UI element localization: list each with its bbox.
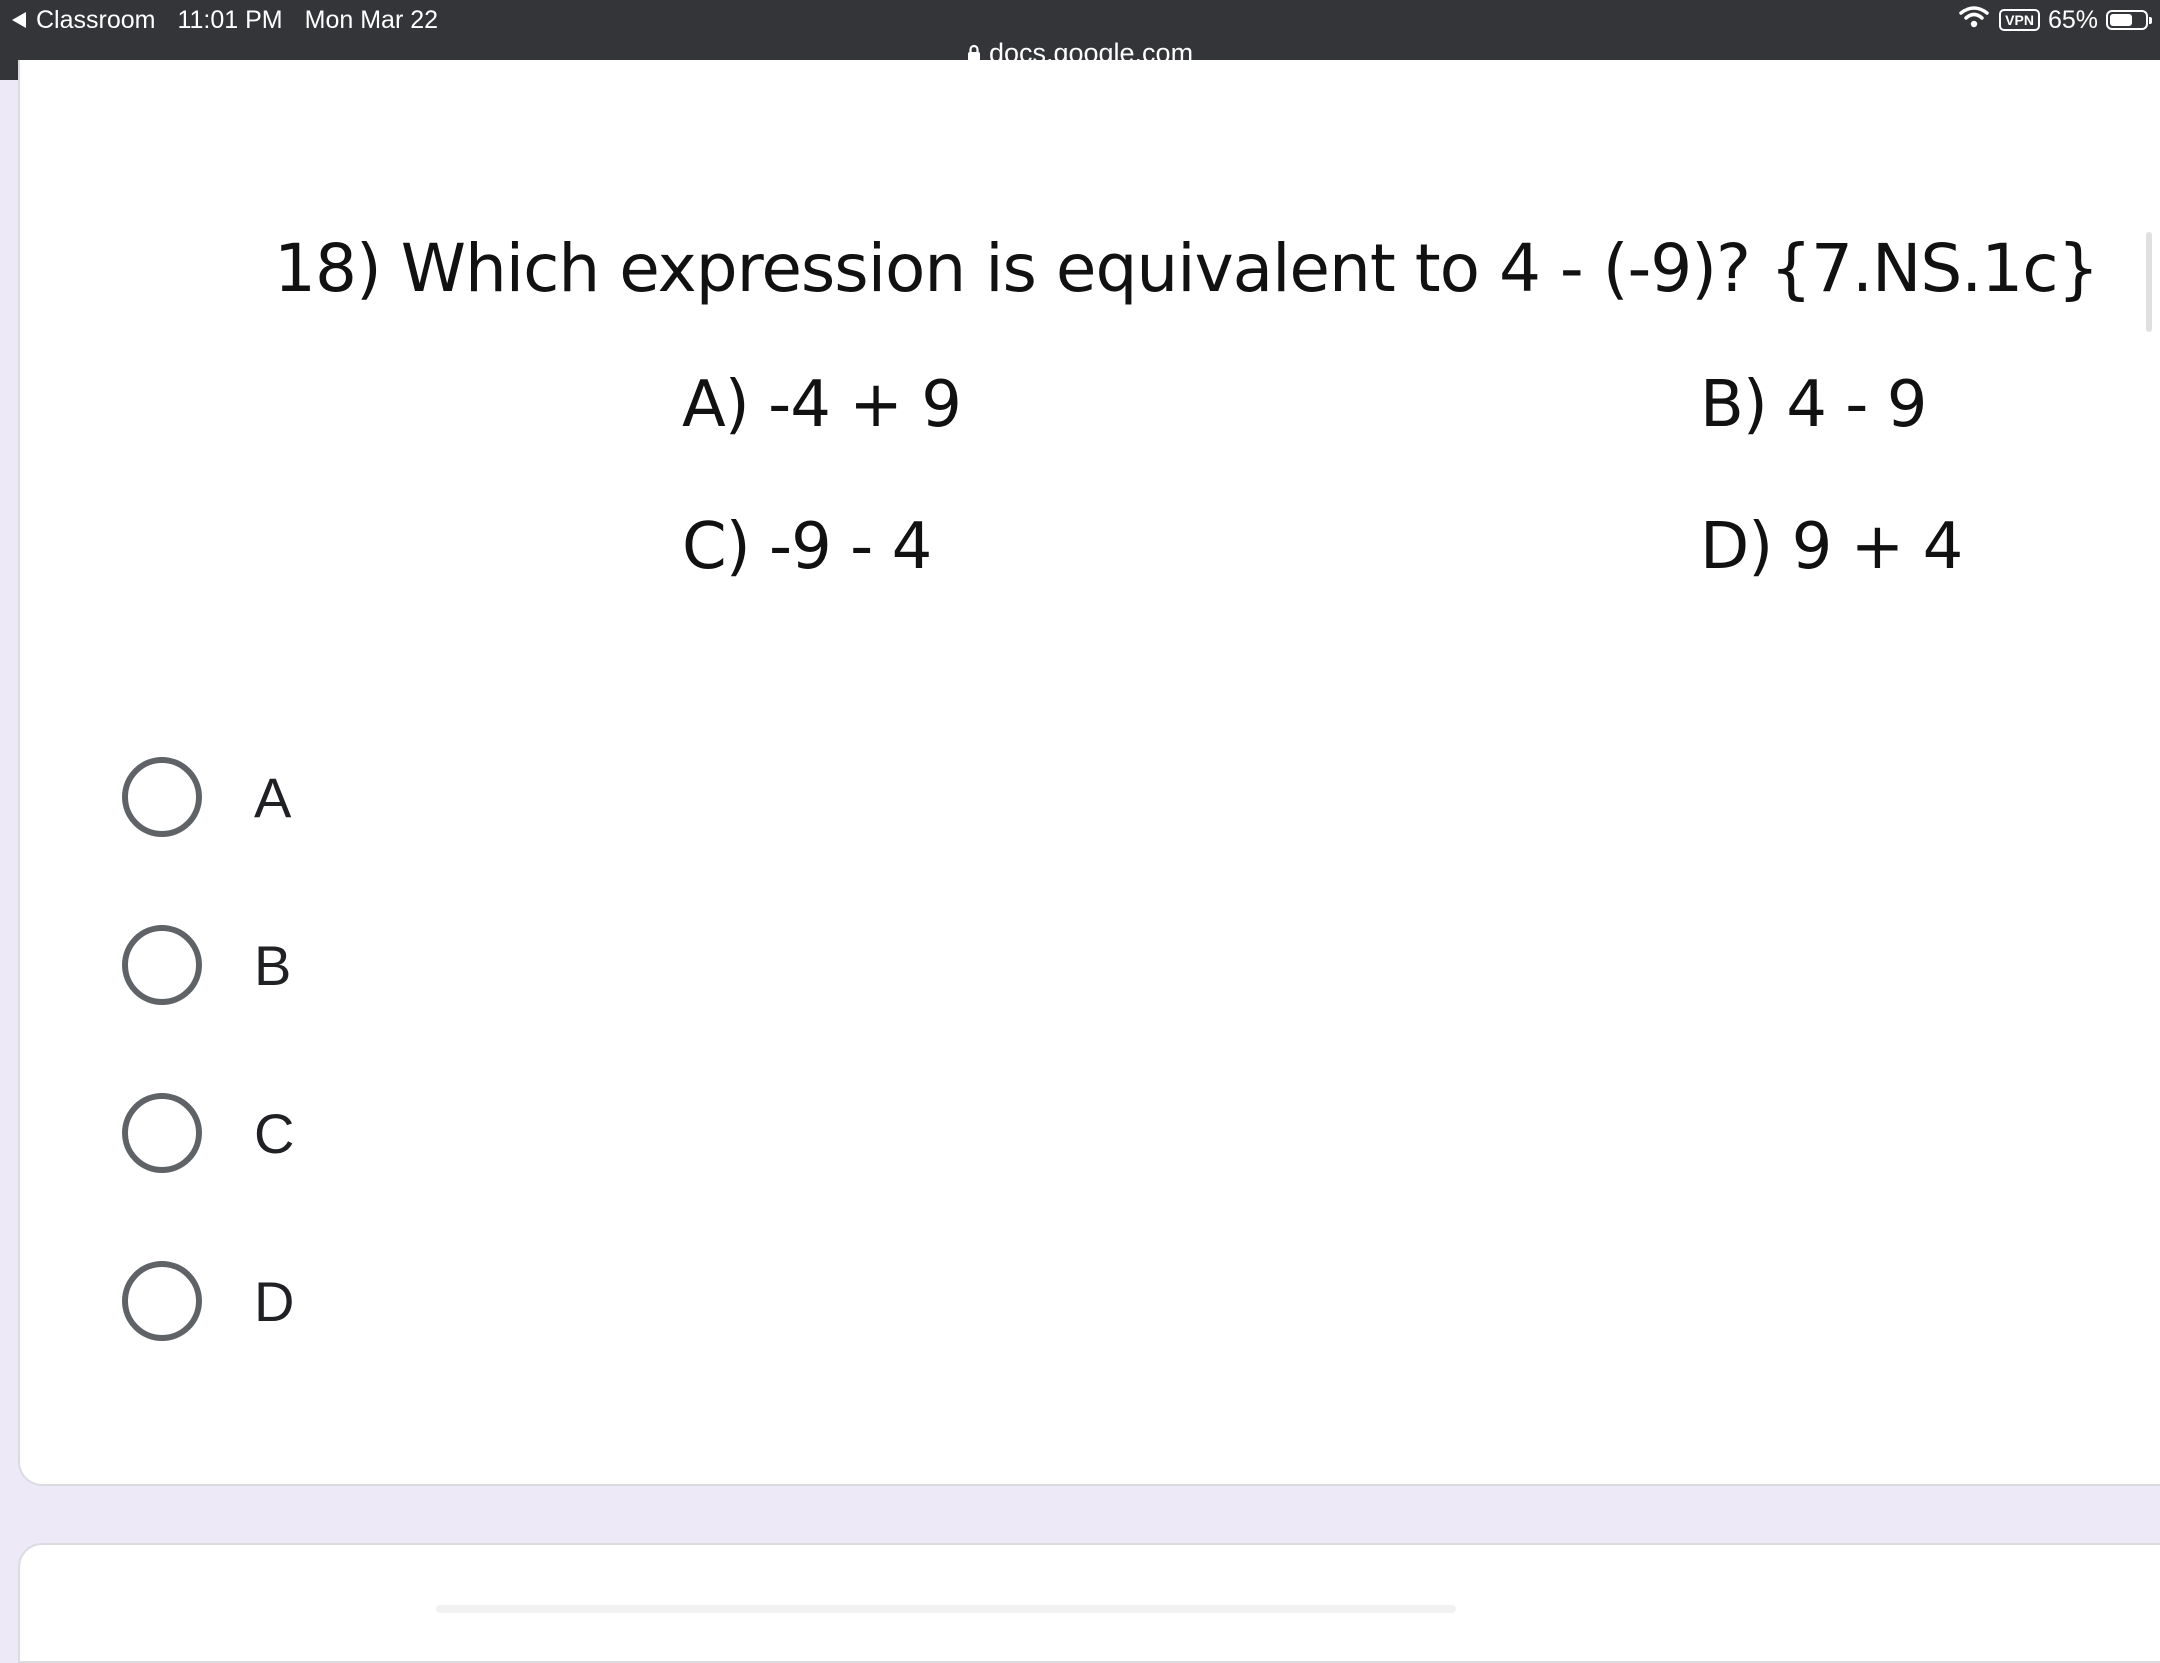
option-label: A (254, 765, 292, 829)
option-c[interactable]: C (122, 1091, 294, 1175)
answer-options: A B C D (122, 755, 294, 1427)
option-b[interactable]: B (122, 923, 294, 1007)
radio-button-icon[interactable] (122, 1261, 202, 1341)
radio-button-icon[interactable] (122, 757, 202, 837)
question-text: 18) Which expression is equivalent to 4 … (274, 230, 2100, 307)
next-card-placeholder-bar (436, 1605, 1456, 1613)
vpn-badge: VPN (1999, 9, 2040, 31)
option-label: C (254, 1101, 295, 1165)
question-choice-b: B) 4 - 9 (1700, 368, 1927, 442)
option-label: D (254, 1269, 295, 1333)
radio-button-icon[interactable] (122, 1093, 202, 1173)
status-date: Mon Mar 22 (304, 5, 439, 34)
battery-fill (2110, 14, 2133, 26)
scrollbar-thumb[interactable] (2146, 232, 2152, 332)
option-label: B (254, 933, 292, 997)
battery-cap (2149, 17, 2152, 24)
status-bar-right: VPN 65% (1959, 4, 2152, 36)
wifi-icon (1959, 5, 1989, 36)
question-image: 18) Which expression is equivalent to 4 … (262, 210, 2122, 630)
battery-percentage: 65% (2047, 5, 2098, 34)
radio-button-icon[interactable] (122, 925, 202, 1005)
back-arrow-icon[interactable] (12, 12, 26, 28)
question-choice-a: A) -4 + 9 (682, 368, 962, 442)
battery-icon (2106, 10, 2152, 30)
question-choice-c: C) -9 - 4 (682, 510, 932, 584)
question-choice-d: D) 9 + 4 (1700, 510, 1963, 584)
status-bar-left: Classroom 11:01 PM Mon Mar 22 (12, 4, 438, 36)
back-to-app-link[interactable]: Classroom (36, 6, 155, 35)
status-time: 11:01 PM (177, 5, 283, 34)
next-question-card (18, 1543, 2160, 1663)
option-a[interactable]: A (122, 755, 294, 839)
option-d[interactable]: D (122, 1259, 294, 1343)
